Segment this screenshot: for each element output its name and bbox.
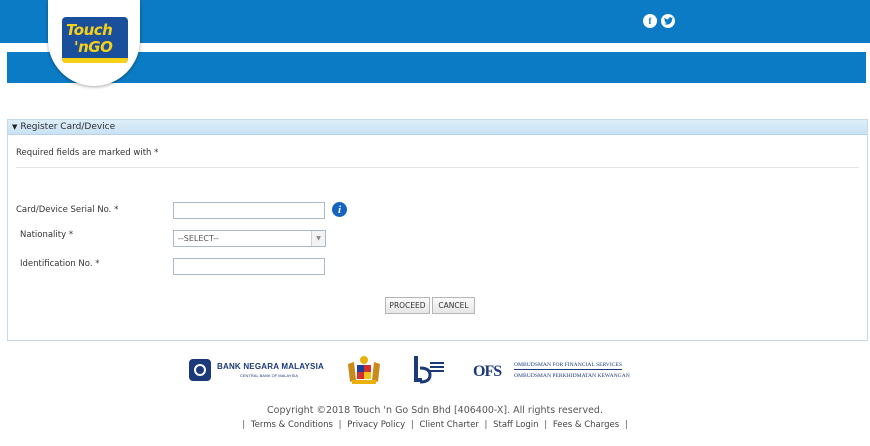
cancel-button[interactable]: CANCEL [432, 297, 475, 314]
facebook-icon[interactable]: f [643, 14, 657, 28]
fees-charges-link[interactable]: Fees & Charges [553, 420, 619, 430]
bnm-name: BANK NEGARA MALAYSIA [217, 362, 324, 371]
logo-text-ngo: 'nGO [74, 38, 113, 56]
copyright-text: Copyright ©2018 Touch 'n Go Sdn Bhd [406… [267, 405, 603, 416]
ofs-name-en: OMBUDSMAN FOR FINANCIAL SERVICES [514, 362, 622, 370]
identification-label: Identification No. * [20, 259, 100, 269]
info-icon[interactable]: i [332, 202, 347, 217]
client-charter-link[interactable]: Client Charter [419, 420, 478, 430]
panel-header[interactable]: ▼ Register Card/Device [8, 120, 867, 135]
bnm-emblem-icon[interactable] [189, 359, 211, 381]
proceed-button[interactable]: PROCEED [385, 297, 430, 314]
link-separator: | [242, 420, 246, 430]
link-separator: | [484, 420, 488, 430]
touch-n-go-logo[interactable]: Touch 'nGO [62, 17, 128, 63]
link-separator: | [624, 420, 628, 430]
nationality-select[interactable]: --SELECT-- ▼ [173, 230, 326, 247]
twitter-icon[interactable] [661, 14, 675, 28]
link-separator: | [544, 420, 548, 430]
collapse-arrow-icon[interactable]: ▼ [12, 123, 17, 131]
ofs-mark: OFS [473, 363, 502, 380]
chevron-down-icon[interactable]: ▼ [311, 231, 325, 246]
register-card-panel: ▼ Register Card/Device Required fields a… [7, 119, 868, 341]
securities-commission-logo-icon[interactable] [410, 354, 446, 386]
panel-title: Register Card/Device [20, 122, 116, 132]
serial-label: Card/Device Serial No. * [16, 205, 119, 215]
link-separator: | [410, 420, 414, 430]
staff-login-link[interactable]: Staff Login [493, 420, 538, 430]
malaysia-coat-of-arms-icon[interactable] [344, 354, 384, 386]
footer-links: | Terms & Conditions | Privacy Policy | … [0, 420, 870, 430]
serial-number-input[interactable] [173, 202, 325, 219]
ofs-name-ms: OMBUDSMAN PERKHIDMATAN KEWANGAN [514, 373, 630, 379]
nationality-label: Nationality * [20, 230, 74, 240]
link-separator: | [338, 420, 342, 430]
required-fields-note: Required fields are marked with * [16, 148, 159, 158]
privacy-link[interactable]: Privacy Policy [347, 420, 405, 430]
identification-input[interactable] [173, 258, 325, 275]
terms-link[interactable]: Terms & Conditions [251, 420, 333, 430]
logo-text-touch: Touch [66, 21, 113, 39]
divider [16, 167, 859, 168]
logo-stripe [62, 58, 128, 63]
bnm-emblem-ring [194, 364, 206, 376]
bnm-subtitle: CENTRAL BANK OF MALAYSIA [240, 373, 299, 378]
nationality-selected-value: --SELECT-- [178, 234, 219, 243]
twitter-bird-glyph [663, 17, 673, 25]
